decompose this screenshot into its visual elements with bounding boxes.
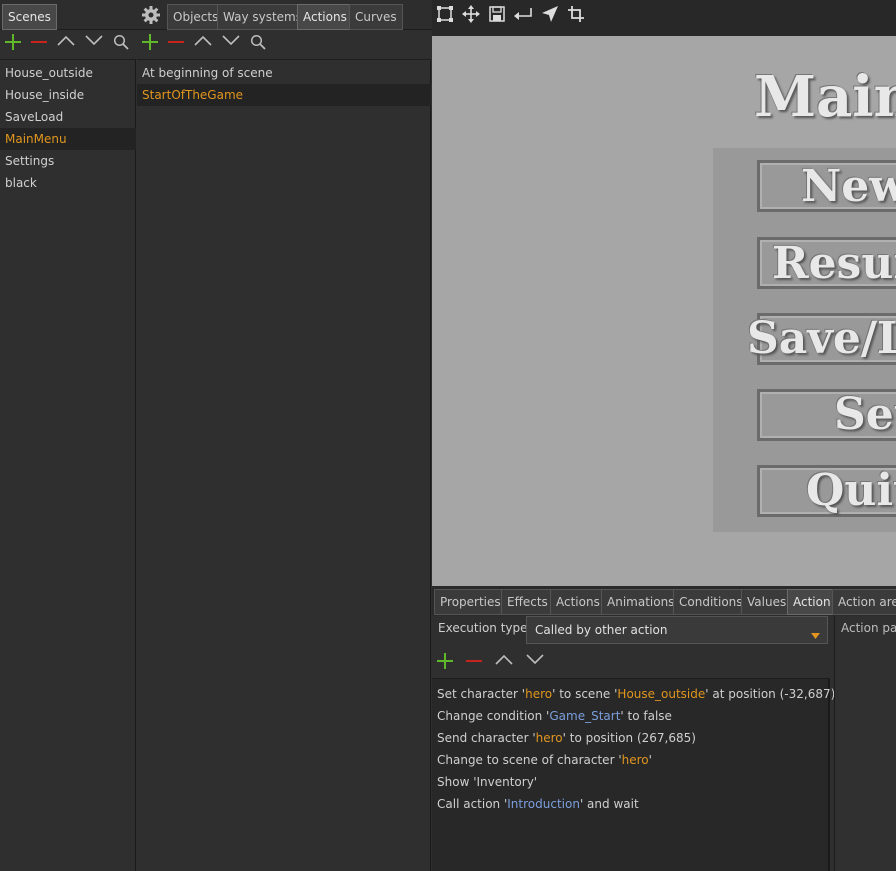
command-text: ' and wait (579, 797, 639, 811)
actions-list (137, 59, 431, 871)
command-text: ' to false (620, 709, 672, 723)
move-down-icon[interactable] (83, 29, 105, 51)
preview-button-label: Quit (806, 465, 896, 516)
tab-actions-bottom[interactable]: Actions (550, 589, 606, 615)
tab-values[interactable]: Values (741, 589, 793, 615)
crop-icon[interactable] (565, 3, 587, 25)
list-item[interactable]: SaveLoad (0, 106, 136, 128)
action-params-panel (834, 616, 896, 871)
add-action-icon[interactable] (139, 31, 161, 53)
preview-button-label: Set (834, 389, 896, 440)
tab-action[interactable]: Action (787, 589, 837, 615)
move-down-icon[interactable] (220, 29, 242, 51)
command-text: Set character ' (437, 687, 526, 701)
move-icon[interactable] (460, 3, 482, 25)
execution-type-label: Execution type (438, 621, 528, 635)
command-token: hero (535, 731, 563, 745)
command-text: ' to position (267,685) (562, 731, 696, 745)
command-token: Introduction (507, 797, 580, 811)
preview-title: Main (754, 64, 896, 130)
add-command-icon[interactable] (434, 650, 456, 672)
command-token: House_outside (617, 687, 706, 701)
move-up-icon[interactable] (55, 29, 77, 51)
execution-type-select[interactable]: Called by other action (526, 616, 828, 644)
tab-scenes[interactable]: Scenes (2, 4, 57, 30)
command-item[interactable]: Show 'Inventory' (437, 771, 537, 793)
list-item[interactable]: MainMenu (0, 128, 136, 150)
command-text: Change condition ' (437, 709, 550, 723)
execution-type-value: Called by other action (535, 623, 668, 637)
list-item[interactable]: StartOfTheGame (137, 84, 431, 106)
preview-button-label: Save/Lo (747, 313, 896, 364)
list-item[interactable]: black (0, 172, 136, 194)
remove-command-icon[interactable] (463, 650, 485, 672)
action-params-label: Action par (841, 621, 896, 635)
command-text: Change to scene of character ' (437, 753, 622, 767)
list-item[interactable]: At beginning of scene (137, 62, 431, 84)
tab-way-systems[interactable]: Way systems (217, 4, 309, 30)
command-item[interactable]: Change to scene of character 'hero' (437, 749, 652, 771)
command-text: ' at position (-32,687) (705, 687, 836, 701)
list-item[interactable]: House_inside (0, 84, 136, 106)
remove-scene-icon[interactable] (28, 31, 50, 53)
navigate-icon[interactable] (539, 3, 561, 25)
preview-button-label: Resum (772, 238, 896, 289)
command-text: ' to scene ' (552, 687, 618, 701)
tab-actions[interactable]: Actions (297, 4, 353, 30)
chevron-down-icon (811, 628, 820, 642)
command-token: Game_Start (549, 709, 621, 723)
preview-button-label: New (801, 161, 896, 212)
gear-icon[interactable] (141, 5, 161, 25)
tab-properties[interactable]: Properties (434, 589, 507, 615)
command-token: hero (525, 687, 553, 701)
command-item[interactable]: Change condition 'Game_Start' to false (437, 705, 672, 727)
command-token: hero (621, 753, 649, 767)
remove-action-icon[interactable] (165, 31, 187, 53)
search-icon[interactable] (247, 31, 269, 53)
tab-objects[interactable]: Objects (167, 4, 225, 30)
command-item[interactable]: Send character 'hero' to position (267,6… (437, 727, 696, 749)
move-down-icon[interactable] (524, 648, 546, 670)
list-item[interactable]: House_outside (0, 62, 136, 84)
command-text: Call action ' (437, 797, 508, 811)
tab-conditions[interactable]: Conditions (673, 589, 749, 615)
command-item[interactable]: Set character 'hero' to scene 'House_out… (437, 683, 835, 705)
move-up-icon[interactable] (493, 648, 515, 670)
tab-effects[interactable]: Effects (501, 589, 554, 615)
move-up-icon[interactable] (192, 29, 214, 51)
tab-action-area[interactable]: Action area (832, 589, 896, 615)
list-item[interactable]: Settings (0, 150, 136, 172)
tab-animations[interactable]: Animations (601, 589, 681, 615)
command-text: ' (648, 753, 652, 767)
save-icon[interactable] (486, 3, 508, 25)
command-text: Send character ' (437, 731, 536, 745)
return-icon[interactable] (512, 3, 534, 25)
select-frame-icon[interactable] (434, 3, 456, 25)
add-scene-icon[interactable] (2, 31, 24, 53)
search-icon[interactable] (110, 31, 132, 53)
command-text: Show 'Inventory' (437, 775, 538, 789)
tab-curves[interactable]: Curves (349, 4, 403, 30)
command-item[interactable]: Call action 'Introduction' and wait (437, 793, 639, 815)
